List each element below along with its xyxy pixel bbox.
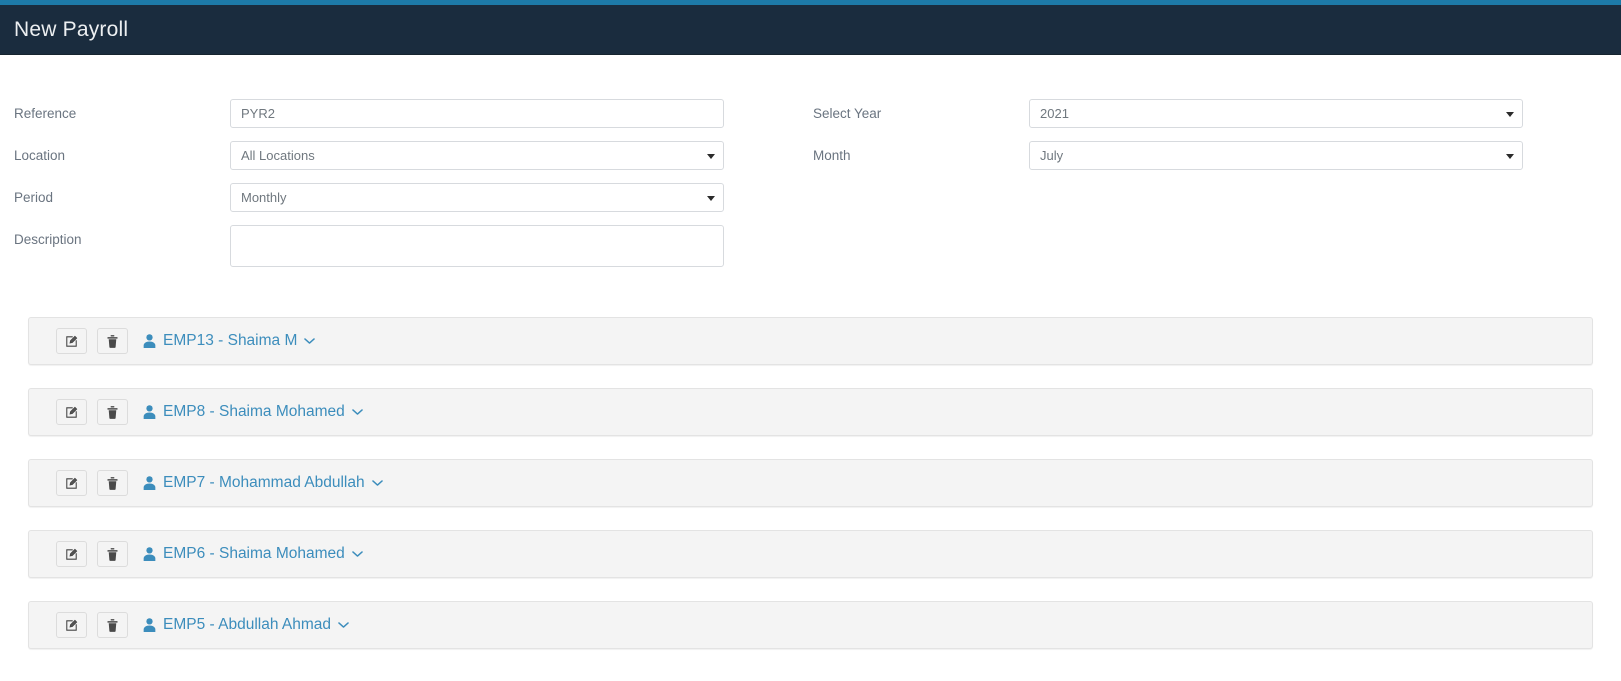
employee-row: EMP6 - Shaima Mohamed	[28, 530, 1593, 578]
delete-employee-button[interactable]	[97, 470, 128, 496]
field-row-reference: Reference	[14, 99, 724, 128]
edit-pencil-square-icon	[65, 477, 78, 490]
month-select[interactable]	[1029, 141, 1523, 170]
description-field-wrap	[230, 225, 724, 267]
employee-name-label: EMP6 - Shaima Mohamed	[163, 545, 345, 562]
person-icon	[143, 334, 156, 348]
employee-row: EMP7 - Mohammad Abdullah	[28, 459, 1593, 507]
period-label: Period	[14, 190, 54, 205]
field-row-select-year: Select Year	[813, 99, 1523, 128]
form-column-right: Select Year Month	[813, 99, 1523, 183]
trash-icon	[107, 476, 118, 490]
chevron-down-icon	[351, 550, 363, 558]
person-icon	[143, 547, 156, 561]
person-icon	[143, 618, 156, 632]
edit-employee-button[interactable]	[56, 328, 87, 354]
reference-field-wrap	[230, 99, 724, 128]
employee-row: EMP5 - Abdullah Ahmad	[28, 601, 1593, 649]
employee-name-label: EMP5 - Abdullah Ahmad	[163, 616, 332, 633]
month-field-wrap	[1029, 141, 1523, 170]
person-icon	[143, 405, 156, 419]
person-icon	[143, 476, 156, 490]
description-textarea[interactable]	[230, 225, 724, 267]
month-label: Month	[813, 148, 851, 163]
chevron-down-icon	[351, 408, 363, 416]
description-label: Description	[14, 232, 82, 247]
location-select[interactable]	[230, 141, 724, 170]
employee-name-label: EMP13 - Shaima M	[163, 332, 298, 349]
field-row-description: Description	[14, 225, 724, 267]
select-year-label: Select Year	[813, 106, 882, 121]
location-label: Location	[14, 148, 66, 163]
location-field-wrap	[230, 141, 724, 170]
delete-employee-button[interactable]	[97, 399, 128, 425]
field-row-location: Location	[14, 141, 724, 170]
period-select[interactable]	[230, 183, 724, 212]
edit-pencil-square-icon	[65, 619, 78, 632]
employee-name-label: EMP7 - Mohammad Abdullah	[163, 474, 365, 491]
edit-employee-button[interactable]	[56, 470, 87, 496]
employee-toggle-link[interactable]: EMP7 - Mohammad Abdullah	[143, 474, 383, 492]
chevron-down-icon	[371, 479, 383, 487]
period-field-wrap	[230, 183, 724, 212]
trash-icon	[107, 405, 118, 419]
employee-name-label: EMP8 - Shaima Mohamed	[163, 403, 345, 420]
edit-employee-button[interactable]	[56, 399, 87, 425]
select-year-field-wrap	[1029, 99, 1523, 128]
employee-row: EMP8 - Shaima Mohamed	[28, 388, 1593, 436]
field-row-period: Period	[14, 183, 724, 212]
reference-input[interactable]	[230, 99, 724, 128]
edit-employee-button[interactable]	[56, 541, 87, 567]
trash-icon	[107, 618, 118, 632]
form-column-left: Reference Location Period Description	[14, 99, 724, 280]
payroll-form: Reference Location Period Description	[0, 55, 1621, 301]
edit-pencil-square-icon	[65, 335, 78, 348]
edit-pencil-square-icon	[65, 548, 78, 561]
delete-employee-button[interactable]	[97, 328, 128, 354]
employee-list: EMP13 - Shaima M EMP8 - Shaima Mohamed EMP…	[28, 317, 1593, 672]
page-header: New Payroll	[0, 5, 1621, 55]
employee-toggle-link[interactable]: EMP6 - Shaima Mohamed	[143, 545, 363, 563]
employee-toggle-link[interactable]: EMP13 - Shaima M	[143, 332, 316, 350]
delete-employee-button[interactable]	[97, 612, 128, 638]
employee-toggle-link[interactable]: EMP5 - Abdullah Ahmad	[143, 616, 349, 634]
field-row-month: Month	[813, 141, 1523, 170]
trash-icon	[107, 547, 118, 561]
delete-employee-button[interactable]	[97, 541, 128, 567]
chevron-down-icon	[338, 621, 349, 629]
select-year-select[interactable]	[1029, 99, 1523, 128]
reference-label: Reference	[14, 106, 77, 121]
edit-employee-button[interactable]	[56, 612, 87, 638]
employee-toggle-link[interactable]: EMP8 - Shaima Mohamed	[143, 403, 363, 421]
employee-row: EMP13 - Shaima M	[28, 317, 1593, 365]
edit-pencil-square-icon	[65, 406, 78, 419]
trash-icon	[107, 334, 118, 348]
page-title: New Payroll	[14, 17, 129, 41]
chevron-down-icon	[304, 337, 316, 345]
